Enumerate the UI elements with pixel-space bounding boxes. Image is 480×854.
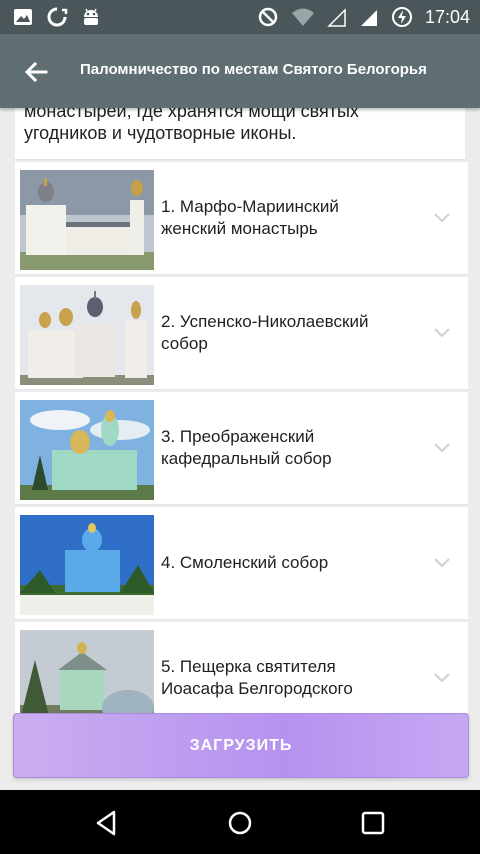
chevron-down-icon[interactable] (434, 673, 450, 683)
recents-icon[interactable] (358, 808, 388, 838)
chevron-down-icon[interactable] (434, 558, 450, 568)
cathedral-photo (20, 285, 154, 385)
signal-icon (327, 8, 346, 27)
item-title-line: 2. Успенско-Николаевский (161, 312, 369, 331)
chevron-down-icon[interactable] (434, 328, 450, 338)
list-item[interactable]: 2. Успенско-Николаевский собор (15, 277, 468, 390)
status-bar: 17:04 (0, 0, 480, 34)
sync-icon (47, 7, 68, 27)
arrow-back-icon[interactable] (20, 56, 52, 88)
item-title-line: 3. Преображенский (161, 427, 315, 446)
chapel-photo (20, 630, 154, 714)
item-title: 5. Пещерка святителя Иоасафа Белгородско… (161, 656, 411, 700)
item-title-line: собор (161, 334, 208, 353)
chevron-down-icon[interactable] (434, 443, 450, 453)
page-title: Паломничество по местам Святого Белогорь… (80, 61, 427, 78)
image-icon (14, 9, 32, 25)
item-title: 1. Марфо-Мариинский женский монастырь (161, 196, 411, 240)
monastery-photo (20, 170, 154, 270)
home-icon[interactable] (225, 808, 255, 838)
cathedral-photo (20, 400, 154, 500)
chevron-down-icon[interactable] (434, 213, 450, 223)
item-title-line: 1. Марфо-Мариинский (161, 197, 339, 216)
list-item[interactable]: 4. Смоленский собор (15, 507, 468, 620)
content-scroll[interactable]: монастырей, где хранятся мощи святых уго… (12, 108, 468, 714)
wifi-icon (291, 8, 314, 26)
item-title: 2. Успенско-Николаевский собор (161, 311, 411, 355)
list-item[interactable]: 1. Марфо-Мариинский женский монастырь (15, 162, 468, 275)
list-item[interactable]: 5. Пещерка святителя Иоасафа Белгородско… (15, 622, 468, 714)
app-bar: Паломничество по местам Святого Белогорь… (0, 34, 480, 108)
cathedral-photo (20, 515, 154, 615)
signal-icon (360, 10, 377, 26)
intro-text: монастырей, где хранятся мощи святых уго… (15, 108, 465, 160)
intro-line: угодников и чудотворные иконы. (24, 123, 297, 143)
list-item[interactable]: 3. Преображенский кафедральный собор (15, 392, 468, 505)
do-not-disturb-icon (258, 7, 278, 27)
item-title-line: 4. Смоленский собор (161, 553, 329, 572)
item-title: 4. Смоленский собор (161, 552, 411, 574)
item-title-line: женский монастырь (161, 219, 318, 238)
navigation-bar (0, 790, 480, 854)
status-time: 17:04 (424, 6, 470, 27)
item-title-line: 5. Пещерка святителя (161, 657, 336, 676)
intro-line: монастырей, где хранятся мощи святых (24, 108, 359, 121)
item-title-line: кафедральный собор (161, 449, 332, 468)
places-list: 1. Марфо-Мариинский женский монастырь 2.… (15, 162, 468, 714)
item-title: 3. Преображенский кафедральный собор (161, 426, 411, 470)
battery-charging-icon (391, 7, 412, 27)
item-title-line: Иоасафа Белгородского (161, 679, 353, 698)
load-button[interactable]: ЗАГРУЗИТЬ (13, 713, 469, 778)
android-icon (84, 8, 98, 25)
back-icon[interactable] (92, 808, 122, 838)
